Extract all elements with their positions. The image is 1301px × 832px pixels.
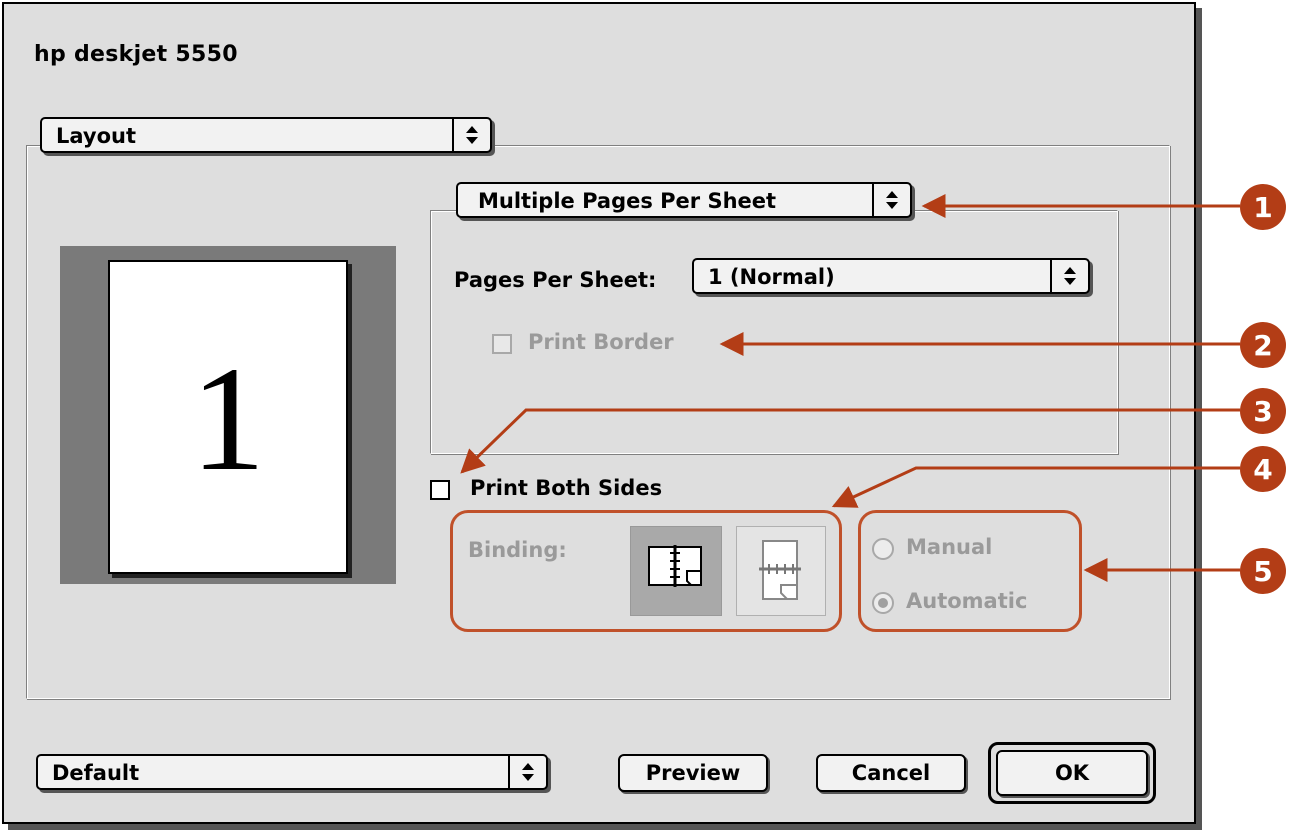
callout-marker-3: 3 [1240, 388, 1286, 434]
callout-marker-2: 2 [1240, 322, 1286, 368]
callout-4-arrow [831, 466, 1240, 508]
settings-menu[interactable]: Default [36, 754, 548, 790]
callout-marker-1: 1 [1240, 184, 1286, 230]
ok-button[interactable]: OK [996, 750, 1148, 796]
callout-marker-4: 4 [1240, 446, 1286, 492]
callout-3-arrow [460, 408, 1240, 474]
settings-menu-label: Default [52, 761, 140, 785]
cancel-button[interactable]: Cancel [816, 754, 966, 792]
callout-arrows [460, 194, 1240, 582]
chevron-up-down-icon [508, 756, 546, 788]
preview-button[interactable]: Preview [618, 754, 768, 792]
callout-marker-5: 5 [1240, 548, 1286, 594]
